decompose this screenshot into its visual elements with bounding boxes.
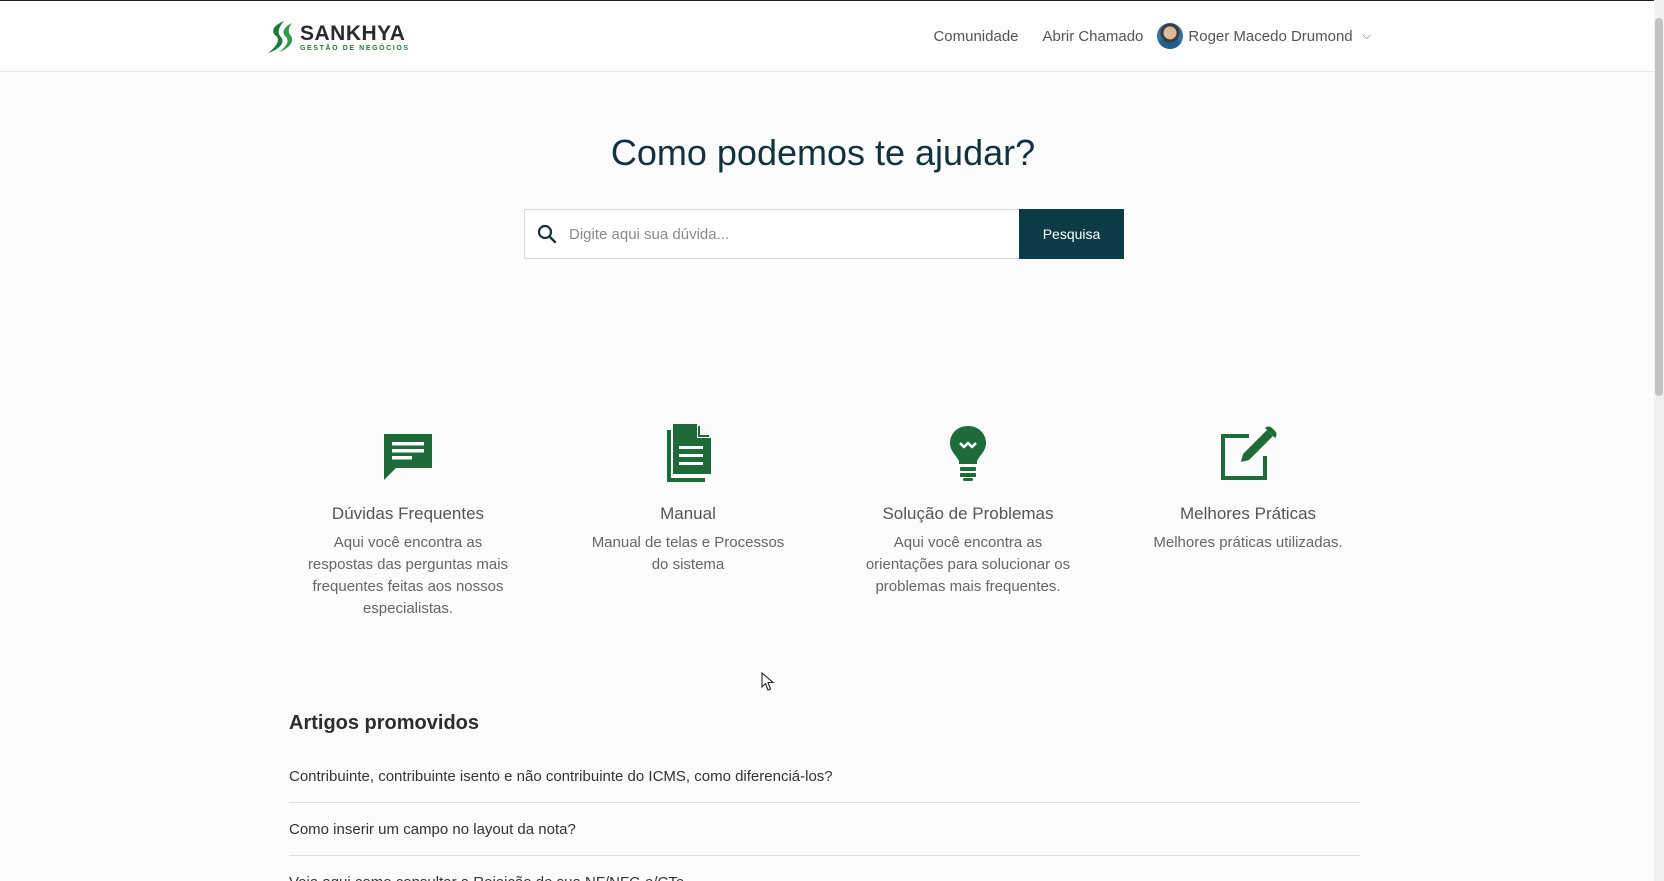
vertical-scrollbar[interactable] [1654, 0, 1664, 881]
chat-icon [382, 424, 434, 482]
site-header: SANKHYA GESTÃO DE NEGÓCIOS Comunidade Ab… [0, 1, 1654, 72]
list-item[interactable]: Veja aqui como consultar a Rejeição de s… [289, 856, 1360, 881]
category-description: Aqui você encontra as respostas das perg… [307, 534, 509, 617]
category-description: Aqui você encontra as orientações para s… [865, 534, 1071, 595]
top-nav: Comunidade Abrir Chamado Roger Macedo Dr… [909, 1, 1371, 71]
nav-open-ticket-link[interactable]: Abrir Chamado [1043, 28, 1144, 45]
user-menu[interactable]: Roger Macedo Drumond ⌵ [1157, 23, 1371, 49]
page-title: Como podemos te ajudar? [610, 132, 1036, 173]
lightbulb-icon [948, 424, 988, 482]
search-bar: Pesquisa [524, 209, 1124, 259]
category-description: Manual de telas e Processos do sistema [591, 534, 785, 573]
category-list: Dúvidas Frequentes Aqui você encontra as… [268, 424, 1388, 620]
edit-icon [1219, 424, 1277, 482]
list-item[interactable]: Como inserir um campo no layout da nota? [289, 803, 1360, 856]
category-best-practices[interactable]: Melhores Práticas Melhores práticas util… [1108, 424, 1388, 620]
logo-tagline: GESTÃO DE NEGÓCIOS [300, 44, 410, 52]
chevron-down-icon: ⌵ [1362, 29, 1371, 42]
avatar [1157, 23, 1184, 49]
help-center-page: SANKHYA GESTÃO DE NEGÓCIOS Comunidade Ab… [0, 0, 1664, 881]
category-title: Solução de Problemas [882, 504, 1054, 523]
category-faq[interactable]: Dúvidas Frequentes Aqui você encontra as… [268, 424, 548, 620]
category-manual[interactable]: Manual Manual de telas e Processos do si… [548, 424, 828, 620]
category-title: Dúvidas Frequentes [331, 504, 485, 523]
user-name: Roger Macedo Drumond [1188, 27, 1353, 45]
sankhya-logo-icon [268, 21, 293, 53]
promoted-articles-heading: Artigos promovidos [289, 712, 480, 734]
search-icon [537, 224, 557, 244]
scrollbar-thumb[interactable] [1655, 18, 1663, 396]
logo-name: SANKHYA [300, 21, 406, 45]
search-input[interactable] [567, 224, 971, 244]
category-title: Melhores Práticas [1179, 504, 1317, 523]
nav-community-link[interactable]: Comunidade [933, 28, 1018, 45]
sankhya-logo[interactable]: SANKHYA GESTÃO DE NEGÓCIOS [264, 17, 410, 57]
document-icon [665, 424, 711, 482]
promoted-articles-list: Contribuinte, contribuinte isento e não … [289, 750, 1360, 881]
mouse-cursor-icon [761, 671, 775, 697]
category-troubleshooting[interactable]: Solução de Problemas Aqui você encontra … [828, 424, 1108, 620]
category-description: Melhores práticas utilizadas. [1153, 534, 1343, 551]
category-title: Manual [660, 504, 716, 523]
search-button[interactable]: Pesquisa [1019, 209, 1124, 259]
search-field[interactable] [524, 209, 1019, 259]
list-item[interactable]: Contribuinte, contribuinte isento e não … [289, 750, 1360, 803]
